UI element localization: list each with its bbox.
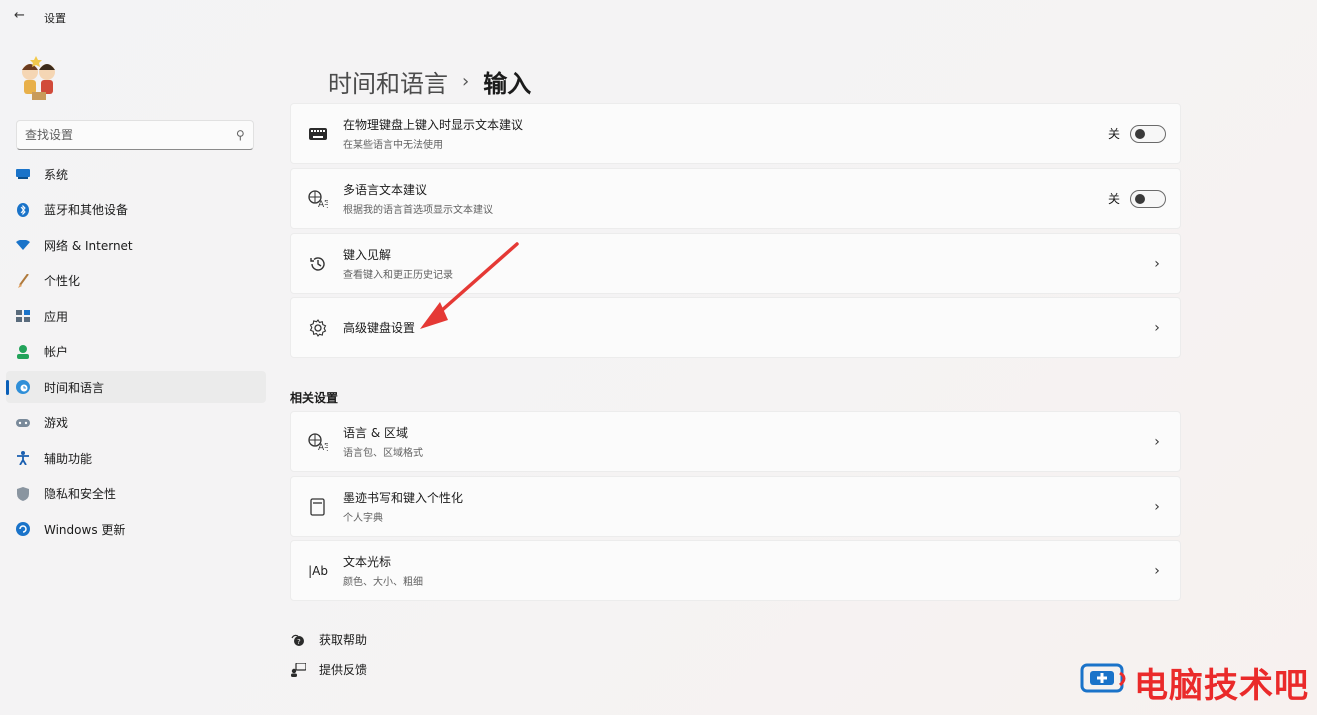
help-icon: ?	[290, 633, 306, 647]
breadcrumb-current: 输入	[483, 70, 532, 98]
watermark-logo-icon	[1080, 661, 1128, 704]
breadcrumb-parent[interactable]: 时间和语言	[328, 64, 448, 99]
page-title: 时间和语言 › 输入	[328, 64, 531, 99]
avatar[interactable]	[16, 52, 62, 102]
globe-clock-icon	[16, 380, 30, 394]
sidebar-item-privacy[interactable]: 隐私和安全性	[6, 478, 266, 510]
setting-title: 在物理键盘上键入时显示文本建议	[343, 118, 524, 132]
search-box[interactable]: ⚲	[16, 120, 254, 150]
language-icon: A字	[291, 432, 343, 451]
setting-title: 文本光标	[343, 555, 392, 569]
back-button[interactable]: ←	[14, 8, 25, 23]
related-settings-heading: 相关设置	[290, 391, 339, 405]
setting-multilingual-suggestions[interactable]: A字 多语言文本建议 根据我的语言首选项显示文本建议 关	[290, 168, 1181, 229]
setting-description: 根据我的语言首选项显示文本建议	[343, 205, 493, 216]
setting-description: 个人字典	[343, 513, 383, 524]
sidebar-nav: 系统 蓝牙和其他设备 网络 & Internet 个性化 应用 帐户 时间和语言…	[6, 158, 266, 549]
multilingual-toggle[interactable]	[1130, 189, 1166, 208]
setting-title: 键入见解	[343, 248, 392, 262]
gamepad-icon	[16, 416, 30, 430]
sidebar-item-gaming[interactable]: 游戏	[6, 407, 266, 439]
setting-text-cursor[interactable]: |Ab 文本光标 颜色、大小、粗细 ›	[290, 540, 1181, 601]
brush-icon	[16, 273, 30, 288]
sidebar-item-apps[interactable]: 应用	[6, 300, 266, 332]
sidebar-item-accounts[interactable]: 帐户	[6, 336, 266, 368]
text-cursor-icon: |Ab	[308, 563, 328, 578]
chevron-right-icon: ›	[1154, 255, 1160, 272]
feedback-icon	[290, 662, 306, 677]
toggle-state-label: 关	[1107, 192, 1120, 206]
chevron-right-icon: ›	[1154, 498, 1160, 515]
bluetooth-icon	[16, 202, 30, 217]
setting-language-region[interactable]: A字 语言 & 区域 语言包、区域格式 ›	[290, 411, 1181, 472]
update-icon	[16, 522, 30, 536]
text-suggestions-toggle[interactable]	[1130, 124, 1166, 143]
setting-title: 语言 & 区域	[343, 426, 408, 440]
person-icon	[16, 344, 30, 359]
chevron-right-icon: ›	[1154, 562, 1160, 579]
svg-text:?: ?	[297, 638, 301, 646]
toggle-state-label: 关	[1107, 127, 1120, 141]
setting-title: 多语言文本建议	[343, 183, 428, 197]
watermark: 电脑技术吧	[1080, 658, 1309, 707]
setting-inking-typing-personalization[interactable]: 墨迹书写和键入个性化 个人字典 ›	[290, 476, 1181, 537]
notebook-icon	[291, 497, 343, 516]
svg-text:A字: A字	[318, 441, 328, 451]
setting-text-suggestions-hardware[interactable]: 在物理键盘上键入时显示文本建议 在某些语言中无法使用 关	[290, 103, 1181, 164]
app-title: 设置	[44, 12, 66, 25]
give-feedback-link[interactable]: 提供反馈	[290, 661, 367, 678]
chevron-right-icon: ›	[1154, 319, 1160, 336]
setting-advanced-keyboard[interactable]: 高级键盘设置 ›	[290, 297, 1181, 358]
sidebar-item-personalization[interactable]: 个性化	[6, 265, 266, 297]
search-input[interactable]	[25, 128, 237, 142]
sidebar-item-system[interactable]: 系统	[6, 158, 266, 190]
breadcrumb-separator: ›	[462, 71, 470, 92]
history-icon	[291, 255, 343, 273]
sidebar-item-time-language[interactable]: 时间和语言	[6, 371, 266, 403]
wifi-icon	[16, 238, 30, 252]
sidebar-item-accessibility[interactable]: 辅助功能	[6, 442, 266, 474]
setting-description: 语言包、区域格式	[343, 448, 423, 459]
get-help-link[interactable]: ? 获取帮助	[290, 631, 367, 648]
setting-description: 在某些语言中无法使用	[343, 140, 443, 151]
keyboard-icon	[291, 127, 343, 140]
setting-typing-insights[interactable]: 键入见解 查看键入和更正历史记录 ›	[290, 233, 1181, 294]
setting-description: 颜色、大小、粗细	[343, 577, 423, 588]
setting-description: 查看键入和更正历史记录	[343, 270, 453, 281]
apps-icon	[16, 309, 30, 323]
setting-title: 高级键盘设置	[343, 321, 416, 335]
shield-icon	[16, 486, 30, 501]
svg-text:A字: A字	[318, 198, 328, 208]
sidebar-item-bluetooth[interactable]: 蓝牙和其他设备	[6, 194, 266, 226]
monitor-icon	[16, 167, 30, 181]
sidebar-item-windows-update[interactable]: Windows 更新	[6, 513, 266, 545]
search-icon: ⚲	[236, 128, 245, 142]
accessibility-icon	[16, 451, 30, 465]
sidebar-item-network[interactable]: 网络 & Internet	[6, 229, 266, 261]
chevron-right-icon: ›	[1154, 433, 1160, 450]
gear-icon	[291, 318, 343, 337]
language-icon: A字	[291, 189, 343, 208]
title-bar: ← 设置	[0, 0, 1317, 34]
setting-title: 墨迹书写和键入个性化	[343, 491, 464, 505]
